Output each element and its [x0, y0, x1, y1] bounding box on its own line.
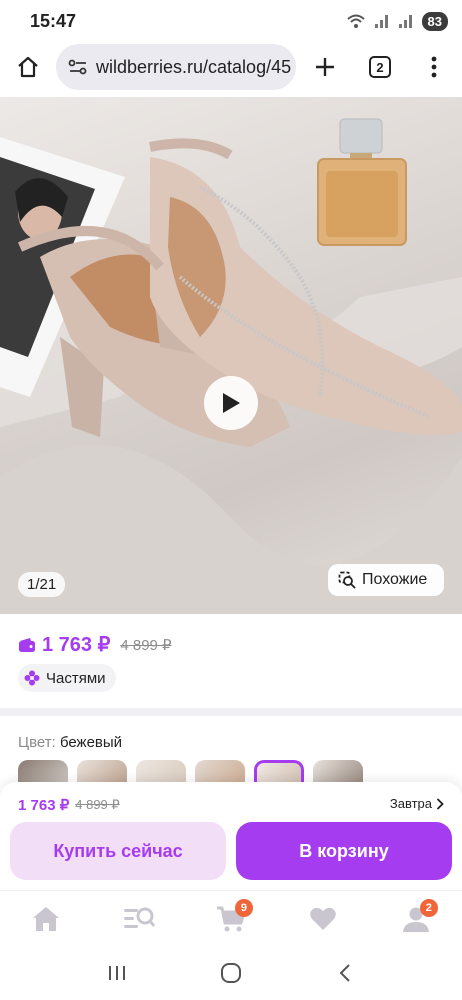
battery-indicator: 83	[421, 11, 448, 31]
similar-button[interactable]: Похожие	[328, 564, 444, 596]
delivery-link[interactable]: Завтра	[390, 796, 444, 811]
browser-menu-button[interactable]	[406, 42, 462, 92]
signal-icon-2	[398, 15, 412, 28]
status-bar: 15:47 83	[0, 0, 462, 42]
chevron-right-icon	[436, 797, 444, 810]
current-price: 1 763 ₽	[42, 634, 111, 656]
browser-toolbar: wildberries.ru/catalog/45 2	[0, 42, 462, 92]
buy-panel-current-price: 1 763 ₽	[18, 797, 70, 814]
nav-item-catalog[interactable]	[115, 897, 163, 941]
wifi-icon	[346, 14, 365, 28]
back-icon	[339, 964, 350, 982]
cart-badge: 9	[234, 898, 253, 917]
installments-chip[interactable]: Частями	[18, 664, 116, 692]
product-photo	[0, 118, 462, 614]
buy-now-button[interactable]: Купить сейчас	[10, 822, 226, 880]
site-settings-icon[interactable]	[68, 58, 88, 76]
system-back-button[interactable]	[325, 953, 365, 993]
catalog-search-icon	[123, 907, 155, 928]
signal-icon	[374, 15, 388, 28]
tab-switcher-button[interactable]: 2	[354, 42, 406, 92]
nav-item-home[interactable]	[22, 897, 70, 941]
bottom-navigation: 9 2	[0, 890, 462, 946]
buy-panel: 1 763 ₽ 4 899 ₽ Завтра Купить сейчас В к…	[0, 782, 462, 890]
price-section: 1 763 ₽ 4 899 ₽ Частями	[0, 614, 462, 708]
home-icon	[18, 56, 38, 78]
nav-item-favorites[interactable]	[299, 897, 347, 941]
add-to-cart-button[interactable]: В корзину	[236, 822, 452, 880]
tab-count: 2	[369, 56, 391, 78]
status-time: 15:47	[30, 10, 77, 31]
color-label: Цвет:	[18, 734, 56, 751]
play-icon	[223, 393, 240, 413]
profile-badge: 2	[419, 898, 438, 917]
recent-apps-icon	[109, 966, 125, 980]
perfume-bottle-image	[317, 118, 407, 246]
similar-label: Похожие	[362, 571, 428, 588]
image-counter: 1/21	[18, 572, 66, 597]
nav-item-profile[interactable]: 2	[392, 897, 440, 941]
installments-label: Частями	[46, 669, 106, 687]
section-divider	[0, 708, 462, 716]
buy-panel-price: 1 763 ₽ 4 899 ₽	[18, 796, 120, 814]
status-icons: 83	[346, 11, 448, 31]
plus-icon	[316, 58, 334, 76]
heart-icon	[310, 907, 337, 930]
similar-search-icon	[338, 571, 356, 589]
screen: 15:47 83 wildberries.ru/catalog/45 2 1/2…	[0, 0, 462, 1000]
price-row: 1 763 ₽ 4 899 ₽	[18, 632, 172, 657]
nav-item-cart[interactable]: 9	[207, 897, 255, 941]
play-video-button[interactable]	[204, 376, 258, 430]
circle-home-icon	[221, 963, 241, 983]
system-navigation-bar	[0, 946, 462, 1000]
color-label-row: Цвет: бежевый	[18, 734, 122, 751]
product-image-gallery[interactable]: 1/21 Похожие	[0, 97, 462, 614]
installments-icon	[24, 670, 40, 686]
recent-apps-button[interactable]	[97, 953, 137, 993]
home-icon	[33, 906, 60, 931]
buy-panel-old-price: 4 899 ₽	[75, 797, 120, 812]
old-price: 4 899 ₽	[120, 636, 172, 654]
color-value: бежевый	[59, 734, 123, 751]
system-home-button[interactable]	[211, 953, 251, 993]
new-tab-button[interactable]	[296, 42, 354, 92]
home-button[interactable]	[0, 42, 56, 92]
delivery-label: Завтра	[389, 796, 432, 811]
url-text: wildberries.ru/catalog/45	[96, 56, 292, 77]
address-bar[interactable]: wildberries.ru/catalog/45	[56, 44, 296, 90]
more-vertical-icon	[431, 56, 437, 78]
wallet-icon	[19, 637, 35, 652]
